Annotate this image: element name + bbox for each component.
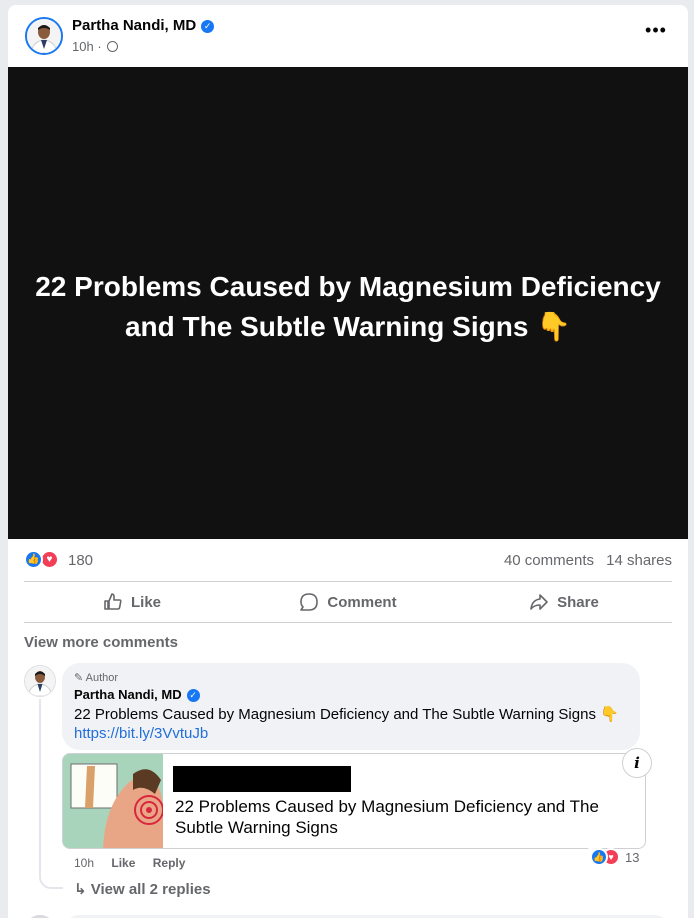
reaction-count[interactable]: 180 xyxy=(68,552,93,569)
post-stats: 👍 ♥ 180 40 comments 14 shares xyxy=(24,548,672,572)
comment-link[interactable]: https://bit.ly/3VvtuJb xyxy=(74,725,208,742)
comment-author-name[interactable]: Partha Nandi, MD ✓ xyxy=(74,687,200,702)
like-button[interactable]: Like xyxy=(24,582,240,622)
share-label: Share xyxy=(557,593,599,611)
link-preview-title: 22 Problems Caused by Magnesium Deficien… xyxy=(175,797,599,837)
post-time[interactable]: 10h xyxy=(72,39,94,54)
comment-bubble: ✎ Author Partha Nandi, MD ✓ 22 Problems C… xyxy=(62,663,640,750)
comment-text: 22 Problems Caused by Magnesium Deficien… xyxy=(74,706,619,723)
author-badge: ✎ Author xyxy=(74,671,118,684)
view-more-comments-link[interactable]: View more comments xyxy=(24,634,178,651)
comment-reaction-count: 13 xyxy=(625,850,640,865)
reaction-icons[interactable]: 👍 ♥ xyxy=(24,550,64,570)
like-label: Like xyxy=(130,593,161,611)
info-button[interactable]: i xyxy=(622,748,652,778)
verified-badge-icon: ✓ xyxy=(186,689,200,702)
meta-separator: · xyxy=(97,39,102,54)
share-arrow-icon xyxy=(530,594,548,610)
comment-time[interactable]: 10h xyxy=(74,856,94,870)
share-button[interactable]: Share xyxy=(456,582,672,622)
pencil-icon: ✎ xyxy=(74,672,84,684)
comment-reply-button[interactable]: Reply xyxy=(153,856,186,870)
view-replies-label[interactable]: View all 2 replies xyxy=(91,881,211,898)
like-reaction-icon: 👍 xyxy=(590,848,608,866)
post-author-label[interactable]: Partha Nandi, MD xyxy=(72,17,196,34)
reply-arrow-icon: ↳ xyxy=(74,881,87,898)
post-meta: 10h · xyxy=(72,39,119,54)
post-card: Partha Nandi, MD ✓ 10h · ••• 22 Problems … xyxy=(8,5,688,918)
comment-bubble-icon xyxy=(300,593,319,611)
redacted-domain xyxy=(173,766,351,792)
comment-author-label[interactable]: Partha Nandi, MD xyxy=(74,687,182,702)
media-text: 22 Problems Caused by Magnesium Deficien… xyxy=(35,271,661,342)
author-avatar[interactable] xyxy=(25,17,63,55)
comment-label: Comment xyxy=(327,593,397,611)
like-reaction-icon: 👍 xyxy=(24,550,43,569)
post-header: Partha Nandi, MD ✓ 10h · ••• xyxy=(8,5,688,67)
more-options-button[interactable]: ••• xyxy=(642,21,670,45)
thumbs-up-icon xyxy=(104,593,122,610)
link-preview-card[interactable]: 22 Problems Caused by Magnesium Deficien… xyxy=(62,753,646,849)
comment-reactions[interactable]: 👍 ♥ 13 xyxy=(588,846,639,868)
comment-button[interactable]: Comment xyxy=(240,582,456,622)
comment-like-button[interactable]: Like xyxy=(111,856,135,870)
link-preview-thumbnail xyxy=(63,754,163,848)
shares-count[interactable]: 14 shares xyxy=(606,552,672,569)
comments-count[interactable]: 40 comments xyxy=(504,552,594,569)
comment-author-avatar[interactable] xyxy=(24,665,56,697)
verified-badge-icon: ✓ xyxy=(201,20,215,33)
post-actions: Like Comment Share xyxy=(24,581,672,623)
comment-meta: 10h Like Reply xyxy=(74,856,185,870)
globe-icon xyxy=(107,41,119,52)
author-badge-label: Author xyxy=(85,672,119,684)
post-author-name[interactable]: Partha Nandi, MD ✓ xyxy=(72,17,215,34)
thread-line xyxy=(39,699,63,889)
post-media[interactable]: 22 Problems Caused by Magnesium Deficien… xyxy=(8,67,688,539)
view-replies-link[interactable]: ↳ View all 2 replies xyxy=(74,880,211,898)
